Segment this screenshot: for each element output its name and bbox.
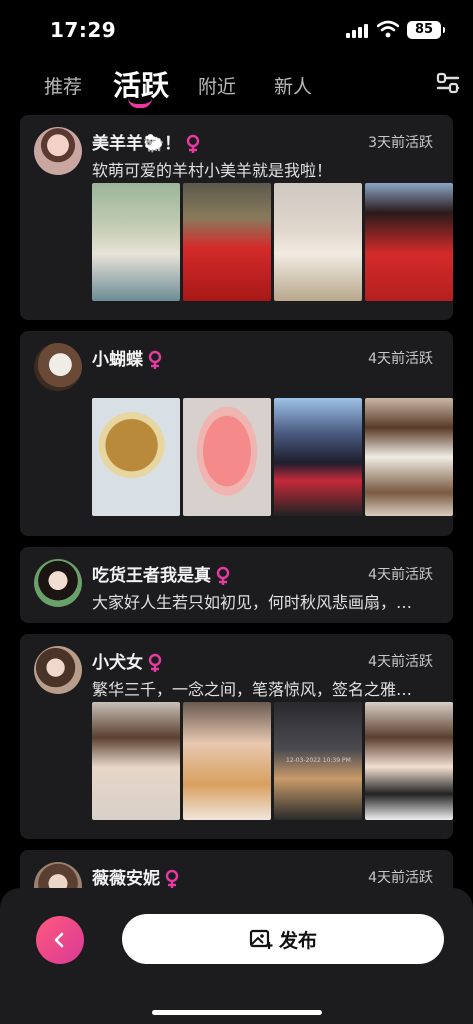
battery-icon: 85 — [407, 21, 445, 39]
active-time: 4天前活跃 — [368, 567, 433, 583]
active-time: 3天前活跃 — [368, 135, 433, 151]
female-icon — [165, 869, 179, 888]
photo-grid — [92, 183, 453, 301]
female-icon — [148, 653, 162, 672]
photo-thumbnail[interactable] — [183, 183, 271, 301]
active-time: 4天前活跃 — [368, 654, 433, 670]
feed-card[interactable]: 吃货王者我是真 4天前活跃 大家好人生若只如初见，何时秋风悲画扇，… — [20, 547, 453, 623]
photo-thumbnail[interactable] — [274, 398, 362, 516]
tab-nearby[interactable]: 附近 — [198, 72, 236, 99]
signal-icon — [346, 24, 370, 38]
avatar[interactable] — [34, 343, 82, 391]
feed-list[interactable]: 美羊羊🐑！ 3天前活跃 软萌可爱的羊村小美羊就是我啦！ 小蝴蝶 4天前活跃 吃货… — [0, 115, 473, 895]
photo-thumbnail[interactable] — [365, 702, 453, 820]
female-icon — [216, 566, 230, 585]
feed-card[interactable]: 小蝴蝶 4天前活跃 — [20, 331, 453, 536]
user-name: 小犬女 — [92, 648, 163, 673]
user-bio: 繁华三千，一念之间，笔落惊风，签名之雅… — [92, 680, 413, 699]
photo-thumbnail[interactable] — [92, 702, 180, 820]
photo-thumbnail[interactable]: 12-03-2022 10:39 PM — [274, 702, 362, 820]
publish-button[interactable]: 发布 — [122, 914, 444, 964]
home-indicator — [152, 1010, 322, 1015]
female-icon — [186, 134, 200, 153]
active-time: 4天前活跃 — [368, 870, 433, 886]
tab-recommend[interactable]: 推荐 — [44, 72, 82, 99]
status-time: 17:29 — [50, 18, 117, 42]
photo-thumbnail[interactable] — [183, 702, 271, 820]
active-tab-indicator — [128, 98, 152, 108]
add-image-icon — [249, 929, 273, 949]
back-button[interactable] — [36, 916, 84, 964]
user-name: 薇薇安妮 — [92, 864, 180, 889]
photo-grid — [92, 398, 453, 516]
chevron-left-icon — [54, 932, 64, 948]
user-name: 吃货王者我是真 — [92, 561, 231, 586]
photo-timestamp-overlay: 12-03-2022 10:39 PM — [286, 757, 351, 764]
avatar[interactable] — [34, 127, 82, 175]
tab-new[interactable]: 新人 — [274, 72, 312, 99]
photo-thumbnail[interactable] — [183, 398, 271, 516]
status-bar: 17:29 85 — [0, 0, 473, 60]
user-name: 小蝴蝶 — [92, 345, 163, 370]
avatar[interactable] — [34, 559, 82, 607]
female-icon — [148, 350, 162, 369]
photo-thumbnail[interactable] — [365, 398, 453, 516]
publish-label: 发布 — [278, 929, 317, 952]
photo-thumbnail[interactable] — [274, 183, 362, 301]
feed-card[interactable]: 小犬女 4天前活跃 繁华三千，一念之间，笔落惊风，签名之雅… 12-03-202… — [20, 634, 453, 839]
active-time: 4天前活跃 — [368, 351, 433, 367]
photo-grid: 12-03-2022 10:39 PM — [92, 702, 453, 820]
photo-thumbnail[interactable] — [92, 398, 180, 516]
user-bio: 大家好人生若只如初见，何时秋风悲画扇，… — [92, 593, 413, 612]
bottom-action-bar: 发布 — [0, 888, 473, 1024]
photo-thumbnail[interactable] — [92, 183, 180, 301]
feed-card[interactable]: 美羊羊🐑！ 3天前活跃 软萌可爱的羊村小美羊就是我啦！ — [20, 115, 453, 320]
avatar[interactable] — [34, 646, 82, 694]
wifi-icon — [377, 20, 399, 38]
photo-thumbnail[interactable] — [365, 183, 453, 301]
user-bio: 软萌可爱的羊村小美羊就是我啦！ — [92, 161, 333, 180]
top-tabs: 推荐 活跃 附近 新人 — [0, 62, 473, 112]
filter-icon[interactable] — [436, 72, 460, 94]
user-name: 美羊羊🐑！ — [92, 129, 201, 154]
